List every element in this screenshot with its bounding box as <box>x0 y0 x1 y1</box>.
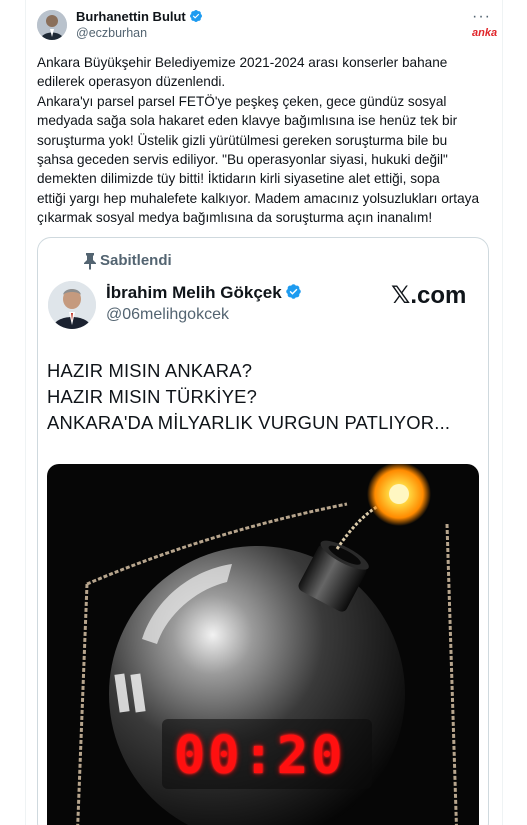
verified-badge-icon <box>285 283 302 305</box>
author-handle[interactable]: @eczburhan <box>76 26 147 40</box>
tweet-line: Ankara Büyükşehir Belediyemize 2021-2024… <box>37 55 448 70</box>
tweet-body: Ankara Büyükşehir Belediyemize 2021-2024… <box>37 53 487 228</box>
tweet-line: soruşturma yok! Üstelik gizli yürütülmes… <box>37 132 448 148</box>
quoted-author-handle: @06melihgokcek <box>106 306 229 323</box>
verified-badge-icon <box>189 9 203 26</box>
tweet-line: edilerek operasyon düzenlendi. <box>37 74 226 90</box>
headline-line: HAZIR MISIN TÜRKİYE? <box>47 386 258 407</box>
headline-line: HAZIR MISIN ANKARA? <box>47 360 253 381</box>
quoted-author-name: İbrahim Melih Gökçek <box>106 283 302 305</box>
quoted-author-name-text: İbrahim Melih Gökçek <box>106 283 282 302</box>
x-com-logo: 𝕏.com <box>391 282 467 309</box>
more-dots-icon[interactable]: ··· <box>472 8 491 26</box>
author-name[interactable]: Burhanettin Bulut <box>76 9 203 26</box>
countdown-timer: 00:20 <box>174 726 346 786</box>
tweet-line: ettiği yargı hep muhalefete kalkıyor. Ma… <box>37 190 480 206</box>
tweet-line: Ankara'yı parsel parsel FETÖ'ye peşkeş ç… <box>37 93 447 109</box>
tweet-line: çıkarmak sosyal medya bağımlısına da sor… <box>37 210 433 226</box>
author-avatar[interactable] <box>37 10 67 40</box>
quoted-media-card[interactable]: Sabitlendi İbrahim Melih Gökçek @06melih… <box>37 237 489 825</box>
bomb-image: 00:20 <box>47 464 479 825</box>
quoted-author-avatar <box>48 281 96 329</box>
tweet-line: şahsa geceden servis ediliyor. "Bu opera… <box>37 152 448 168</box>
tweet-line: medyada sağa sola hakaret eden klavye ba… <box>37 113 458 129</box>
watermark-logo: anka <box>472 27 498 39</box>
pinned-label: Sabitlendi <box>100 252 172 269</box>
quoted-headline: HAZIR MISIN ANKARA? HAZIR MISIN TÜRKİYE?… <box>47 358 450 436</box>
headline-line: ANKARA'DA MİLYARLIK VURGUN PATLIYOR... <box>47 412 451 433</box>
tweet-line: demekten dilimizde tüy bitti! İktidarın … <box>37 171 440 187</box>
author-name-text[interactable]: Burhanettin Bulut <box>76 9 186 24</box>
